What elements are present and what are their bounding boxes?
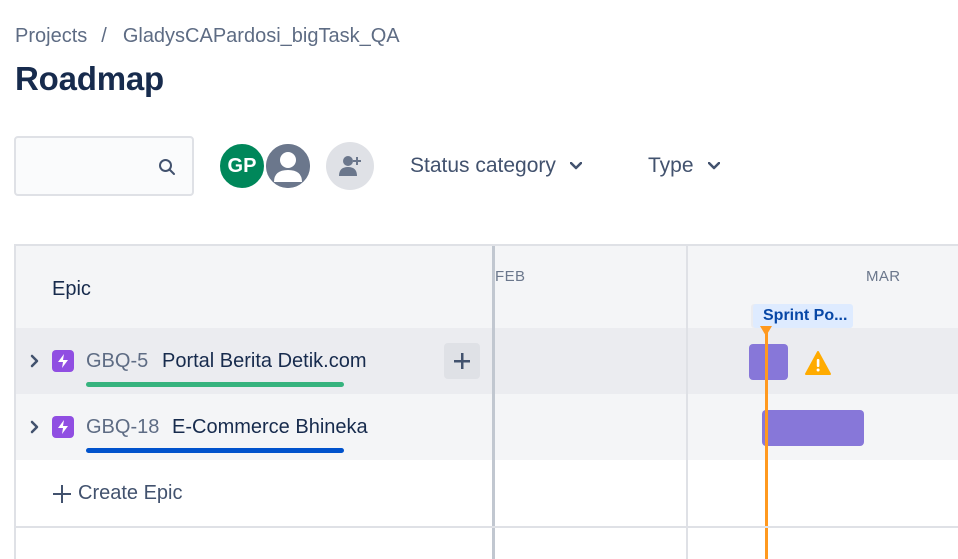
user-icon: [266, 144, 310, 188]
plus-icon: [454, 353, 470, 369]
search-input[interactable]: [16, 138, 156, 194]
timeline-row: [495, 328, 958, 394]
create-epic-button[interactable]: Create Epic: [52, 482, 183, 505]
avatar-user[interactable]: [264, 142, 312, 190]
add-child-button[interactable]: [444, 343, 480, 379]
status-category-label: Status category: [410, 154, 556, 177]
month-label: FEB: [495, 268, 526, 285]
breadcrumb-projects-link[interactable]: Projects: [15, 25, 87, 48]
chevron-down-icon: [707, 162, 720, 170]
timeline-header: FEB MAR: [495, 246, 958, 328]
epic-timeline-bar[interactable]: [762, 410, 864, 446]
page-title: Roadmap: [15, 60, 164, 97]
type-label: Type: [648, 154, 694, 177]
epic-icon: [52, 416, 74, 438]
timeline-row: [495, 394, 958, 460]
search-box: [14, 136, 194, 196]
month-gridline: [686, 246, 688, 559]
epic-row[interactable]: GBQ-5 Portal Berita Detik.com: [16, 328, 492, 394]
grid-bottom-border: [16, 526, 958, 528]
toolbar: GP Status category Type: [14, 136, 944, 196]
timeline-row: [495, 460, 958, 526]
create-epic-label: Create Epic: [78, 482, 183, 504]
epic-column-header: Epic: [16, 246, 492, 328]
today-line: [765, 328, 768, 559]
epic-list: Epic GBQ-5 Portal Berita Detik.com GBQ-1…: [16, 246, 492, 559]
epic-timeline-bar[interactable]: [749, 344, 788, 380]
epic-name[interactable]: E-Commerce Bhineka: [172, 416, 368, 439]
roadmap-grid: Epic GBQ-5 Portal Berita Detik.com GBQ-1…: [14, 244, 958, 559]
status-category-filter[interactable]: Status category: [410, 154, 582, 178]
breadcrumb: Projects / GladysCAPardosi_bigTask_QA: [15, 25, 400, 48]
search-icon[interactable]: [158, 158, 176, 176]
avatar-gp[interactable]: GP: [218, 142, 266, 190]
epic-progress-bar: [86, 382, 344, 387]
chevron-right-icon[interactable]: [30, 354, 40, 368]
add-people-button[interactable]: [326, 142, 374, 190]
plus-icon: [53, 484, 71, 503]
epic-key[interactable]: GBQ-18: [86, 416, 159, 439]
chevron-down-icon: [569, 162, 582, 170]
add-person-icon: [339, 156, 361, 176]
sprint-marker[interactable]: Sprint Po...: [753, 304, 854, 328]
timeline: FEB MAR Sprint Po...: [495, 246, 958, 559]
today-marker: [760, 326, 772, 336]
breadcrumb-separator: /: [101, 25, 107, 47]
epic-key[interactable]: GBQ-5: [86, 350, 148, 373]
warning-icon[interactable]: [804, 350, 832, 376]
create-epic-row: Create Epic: [16, 460, 492, 526]
epic-column-title: Epic: [52, 278, 91, 300]
breadcrumb-project-link[interactable]: GladysCAPardosi_bigTask_QA: [123, 25, 400, 48]
chevron-right-icon[interactable]: [30, 420, 40, 434]
epic-name[interactable]: Portal Berita Detik.com: [162, 350, 367, 373]
month-label: MAR: [866, 268, 901, 285]
epic-row[interactable]: GBQ-18 E-Commerce Bhineka: [16, 394, 492, 460]
epic-progress-bar: [86, 448, 344, 453]
epic-icon: [52, 350, 74, 372]
type-filter[interactable]: Type: [648, 154, 720, 178]
